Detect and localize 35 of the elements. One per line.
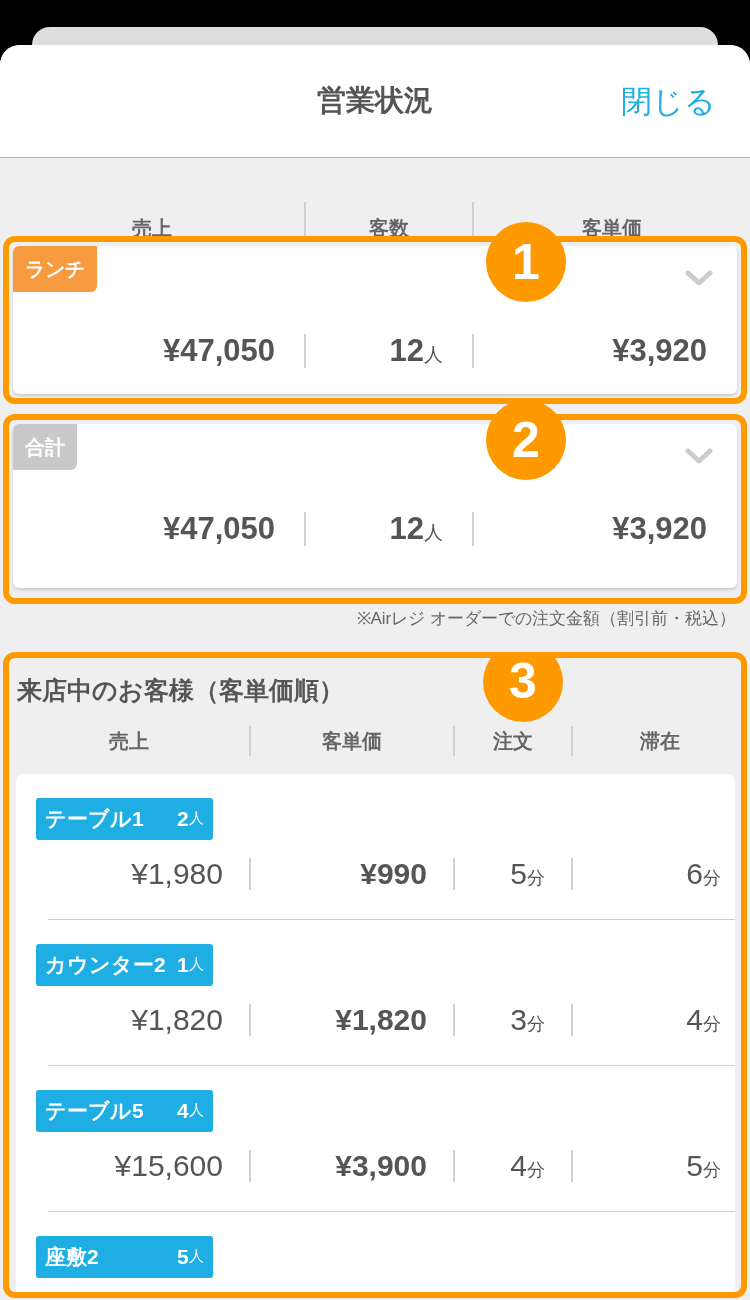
column-header: 注文 [493, 728, 533, 754]
footnote: ※Airレジ オーダーでの注文金額（割引前・税込） [356, 608, 736, 630]
summary-value: ¥3,920 [612, 509, 707, 548]
table-tag[interactable]: テーブル5 4人 [36, 1089, 213, 1132]
table-cell-text: 5分 [686, 1148, 721, 1184]
category-tag: ランチ [13, 246, 97, 292]
table-cell-text: ¥1,820 [131, 1002, 223, 1038]
summary-value: ¥47,050 [162, 331, 275, 370]
chevron-down-icon[interactable] [685, 448, 713, 464]
table-cell-text: 4分 [510, 1148, 545, 1184]
table-cell-text: ¥1,980 [131, 856, 223, 892]
table-cell-text: ¥1,820 [335, 1002, 427, 1038]
summary-value: 12人 [389, 331, 443, 370]
window-title: 営業状況 [317, 83, 433, 119]
table-cell-text: 5分 [510, 856, 545, 892]
summary-value: ¥3,920 [612, 331, 707, 370]
table-cell-text: ¥3,900 [335, 1148, 427, 1184]
table-tag[interactable]: 座敷2 5人 [36, 1235, 213, 1278]
column-header: 客単価 [322, 728, 382, 754]
column-header: 滞在 [640, 728, 680, 754]
table-cell-text: 4分 [686, 1002, 721, 1038]
table-cell-text: ¥15,600 [114, 1148, 223, 1184]
section-title: 来店中のお客様（客単価順） [17, 674, 344, 706]
column-header: 売上 [109, 728, 149, 754]
step-number: 1 [486, 222, 566, 302]
table-tag[interactable]: テーブル1 2人 [36, 797, 213, 840]
close-button[interactable]: 閉じる [621, 79, 716, 126]
table-cell-text: 6分 [686, 856, 721, 892]
summary-value: ¥47,050 [162, 509, 275, 548]
table-cell-text: 3分 [510, 1002, 545, 1038]
summary-value: 12人 [389, 509, 443, 548]
chevron-down-icon[interactable] [685, 270, 713, 286]
step-number: 3 [483, 657, 563, 722]
table-tag[interactable]: カウンター2 1人 [36, 943, 213, 986]
table-cell-text: ¥990 [360, 856, 427, 892]
